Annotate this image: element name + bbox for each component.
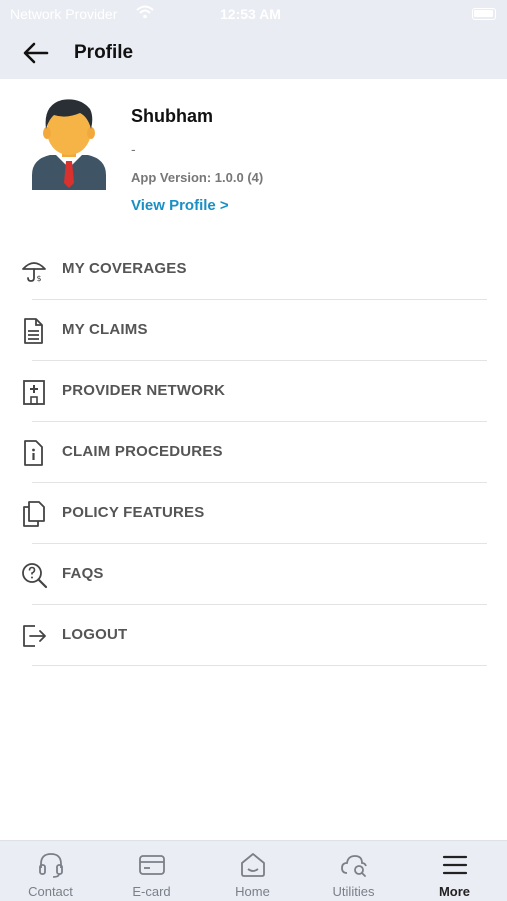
menu-item-label: POLICY FEATURES — [62, 504, 205, 521]
tab-utilities[interactable]: Utilities — [303, 841, 404, 901]
bottom-tab-bar: Contact E-card Home Utilities More — [0, 840, 507, 901]
menu-icon — [440, 851, 470, 879]
menu-item-claim-procedures[interactable]: CLAIM PROCEDURES — [0, 422, 507, 483]
user-name: Shubham — [131, 106, 214, 126]
tab-label: Home — [235, 884, 270, 899]
umbrella-icon: $ — [20, 256, 48, 284]
copy-documents-icon — [20, 500, 48, 528]
headset-icon — [36, 851, 66, 879]
carrier-name: Network Provider — [10, 6, 118, 22]
wifi-icon — [136, 5, 154, 24]
logout-icon — [20, 622, 48, 650]
document-icon — [20, 317, 48, 345]
menu-item-label: MY CLAIMS — [62, 321, 148, 338]
menu-item-label: PROVIDER NETWORK — [62, 382, 226, 399]
menu-item-faqs[interactable]: FAQS — [0, 544, 507, 605]
view-profile-link[interactable]: View Profile > — [131, 197, 229, 214]
status-bar: Network Provider 12:53 AM — [0, 0, 507, 28]
back-arrow-icon[interactable] — [22, 41, 50, 65]
header: Profile — [0, 32, 507, 76]
svg-text:$: $ — [37, 274, 42, 283]
tab-label: Utilities — [332, 884, 375, 899]
app-version: App Version: 1.0.0 (4) — [131, 170, 264, 185]
tab-label: E-card — [132, 884, 171, 899]
home-icon — [238, 851, 268, 879]
tab-more[interactable]: More — [404, 841, 505, 901]
divider — [32, 665, 487, 666]
menu-item-label: MY COVERAGES — [62, 260, 187, 277]
search-question-icon — [20, 561, 48, 589]
tab-ecard[interactable]: E-card — [101, 841, 202, 901]
menu-item-logout[interactable]: LOGOUT — [0, 605, 507, 666]
user-subtitle: - — [131, 141, 136, 157]
menu-item-policy-features[interactable]: POLICY FEATURES — [0, 483, 507, 544]
menu-item-my-claims[interactable]: MY CLAIMS — [0, 300, 507, 361]
status-time: 12:53 AM — [220, 6, 281, 22]
menu-item-label: FAQS — [62, 565, 104, 582]
tab-contact[interactable]: Contact — [0, 841, 101, 901]
menu-item-label: CLAIM PROCEDURES — [62, 443, 223, 460]
tab-label: More — [438, 884, 471, 899]
info-document-icon — [20, 439, 48, 467]
tab-home[interactable]: Home — [202, 841, 303, 901]
menu-item-my-coverages[interactable]: $ MY COVERAGES — [0, 239, 507, 300]
profile-summary: Shubham - App Version: 1.0.0 (4) View Pr… — [0, 79, 507, 239]
tab-label: Contact — [28, 884, 73, 899]
avatar — [30, 95, 108, 190]
card-icon — [137, 851, 167, 879]
menu-item-label: LOGOUT — [62, 626, 128, 643]
hospital-icon — [20, 378, 48, 406]
battery-icon — [472, 8, 496, 20]
cloud-search-icon — [339, 851, 369, 879]
top-bar: Network Provider 12:53 AM Profile — [0, 0, 507, 79]
page-title: Profile — [74, 42, 134, 63]
menu-item-provider-network[interactable]: PROVIDER NETWORK — [0, 361, 507, 422]
menu-list: $ MY COVERAGES MY CLAIMS PROVIDER NETWOR… — [0, 239, 507, 666]
